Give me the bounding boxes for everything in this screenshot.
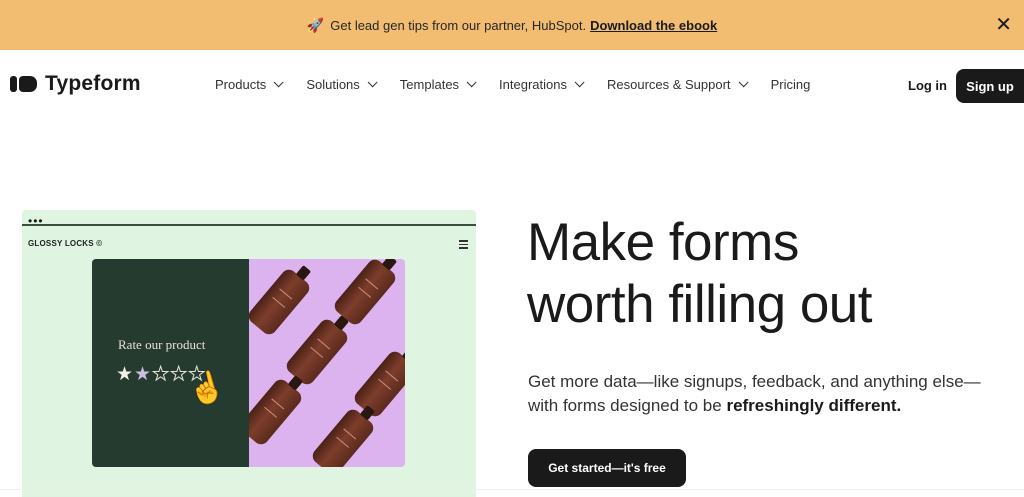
bottle-image [309, 406, 377, 467]
nav-item-resources-support[interactable]: Resources & Support [606, 77, 749, 92]
headline-line-1: Make forms [527, 213, 799, 272]
nav-item-pricing[interactable]: Pricing [771, 77, 811, 92]
typeform-logo-icon [10, 76, 37, 92]
get-started-button[interactable]: Get started—it's free [528, 449, 686, 487]
nav-item-label: Products [215, 77, 267, 92]
chevron-down-icon [466, 77, 477, 88]
divider [22, 224, 476, 226]
brand-label: GLOSSY LOCKS © [28, 239, 103, 248]
nav-item-label: Pricing [770, 77, 811, 92]
chevron-down-icon [273, 77, 284, 88]
rating-panel: Rate our product ★★★★★ ☝ [92, 259, 405, 467]
rocket-icon: 🚀 [306, 16, 325, 33]
hamburger-icon[interactable] [459, 240, 468, 249]
nav-item-label: Solutions [306, 77, 360, 92]
chevron-down-icon [574, 77, 585, 88]
star-icon[interactable]: ★ [152, 364, 170, 386]
bottle-image [351, 348, 405, 420]
chevron-down-icon [738, 77, 749, 88]
logo[interactable]: Typeform [10, 72, 141, 96]
headline-line-2: worth filling out [527, 275, 873, 334]
rating-left-panel: Rate our product ★★★★★ ☝ [92, 259, 249, 467]
star-icon[interactable]: ★ [116, 364, 134, 385]
nav-item-label: Integrations [499, 77, 567, 92]
nav-item-products[interactable]: Products [215, 77, 284, 92]
nav-item-integrations[interactable]: Integrations [499, 77, 585, 92]
close-icon[interactable]: ✕ [995, 13, 1012, 37]
nav-item-label: Templates [399, 77, 460, 92]
divider [0, 489, 1024, 490]
logo-text: Typeform [45, 72, 141, 95]
login-link[interactable]: Log in [908, 78, 947, 93]
nav-item-solutions[interactable]: Solutions [306, 77, 378, 92]
nav-item-templates[interactable]: Templates [399, 77, 477, 92]
promo-banner: 🚀 Get lead gen tips from our partner, Hu… [0, 0, 1024, 50]
subtitle-emphasis: refreshingly different. [726, 396, 902, 415]
star-icon[interactable]: ★ [134, 364, 152, 385]
nav-menu: Products Solutions Templates Integration… [215, 77, 836, 92]
product-demo-card: ••• GLOSSY LOCKS © Rate our product ★★★★… [22, 210, 476, 497]
chevron-down-icon [367, 77, 378, 88]
nav-item-label: Resources & Support [606, 77, 731, 92]
main-nav: Typeform Products Solutions Templates In… [0, 50, 1024, 122]
bottle-image [249, 266, 313, 338]
product-image [249, 259, 405, 467]
bottle-image [249, 376, 305, 448]
banner-text: Get lead gen tips from our partner, HubS… [330, 17, 587, 33]
hero-subtitle: Get more data—like signups, feedback, an… [528, 370, 998, 418]
download-ebook-link[interactable]: Download the ebook [590, 18, 717, 33]
hero-headline: Make forms worth filling out [527, 212, 1017, 336]
signup-button[interactable]: Sign up [956, 69, 1024, 103]
rating-prompt: Rate our product [118, 337, 206, 352]
